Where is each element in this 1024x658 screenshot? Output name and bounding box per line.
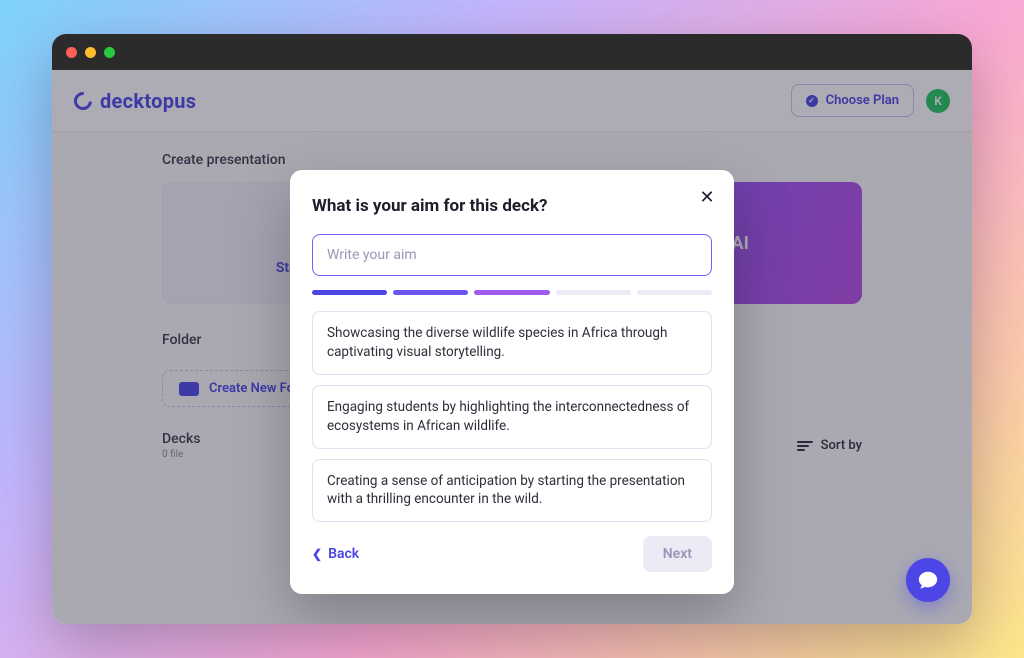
window-maximize-dot[interactable] bbox=[104, 47, 115, 58]
modal-overlay: ✕ What is your aim for this deck? Showca… bbox=[52, 70, 972, 624]
progress-segment bbox=[556, 290, 631, 295]
progress-segment bbox=[393, 290, 468, 295]
aim-modal: ✕ What is your aim for this deck? Showca… bbox=[290, 170, 734, 594]
progress-segment bbox=[474, 290, 549, 295]
modal-title: What is your aim for this deck? bbox=[312, 196, 712, 216]
browser-window: decktopus ✓ Choose Plan K Create present… bbox=[52, 34, 972, 624]
next-button[interactable]: Next bbox=[643, 536, 712, 572]
aim-option[interactable]: Showcasing the diverse wildlife species … bbox=[312, 311, 712, 375]
modal-actions: ❮ Back Next bbox=[312, 536, 712, 572]
chat-icon bbox=[917, 569, 939, 591]
window-minimize-dot[interactable] bbox=[85, 47, 96, 58]
back-button[interactable]: ❮ Back bbox=[312, 546, 359, 562]
window-close-dot[interactable] bbox=[66, 47, 77, 58]
aim-option[interactable]: Engaging students by highlighting the in… bbox=[312, 385, 712, 449]
chat-fab[interactable] bbox=[906, 558, 950, 602]
app-surface: decktopus ✓ Choose Plan K Create present… bbox=[52, 70, 972, 624]
macos-titlebar bbox=[52, 34, 972, 70]
progress-segment bbox=[637, 290, 712, 295]
progress-bar bbox=[312, 290, 712, 295]
progress-segment bbox=[312, 290, 387, 295]
aim-input[interactable] bbox=[312, 234, 712, 276]
chevron-left-icon: ❮ bbox=[312, 547, 322, 561]
back-label: Back bbox=[328, 546, 359, 562]
close-icon[interactable]: ✕ bbox=[696, 186, 718, 208]
aim-option[interactable]: Creating a sense of anticipation by star… bbox=[312, 459, 712, 523]
